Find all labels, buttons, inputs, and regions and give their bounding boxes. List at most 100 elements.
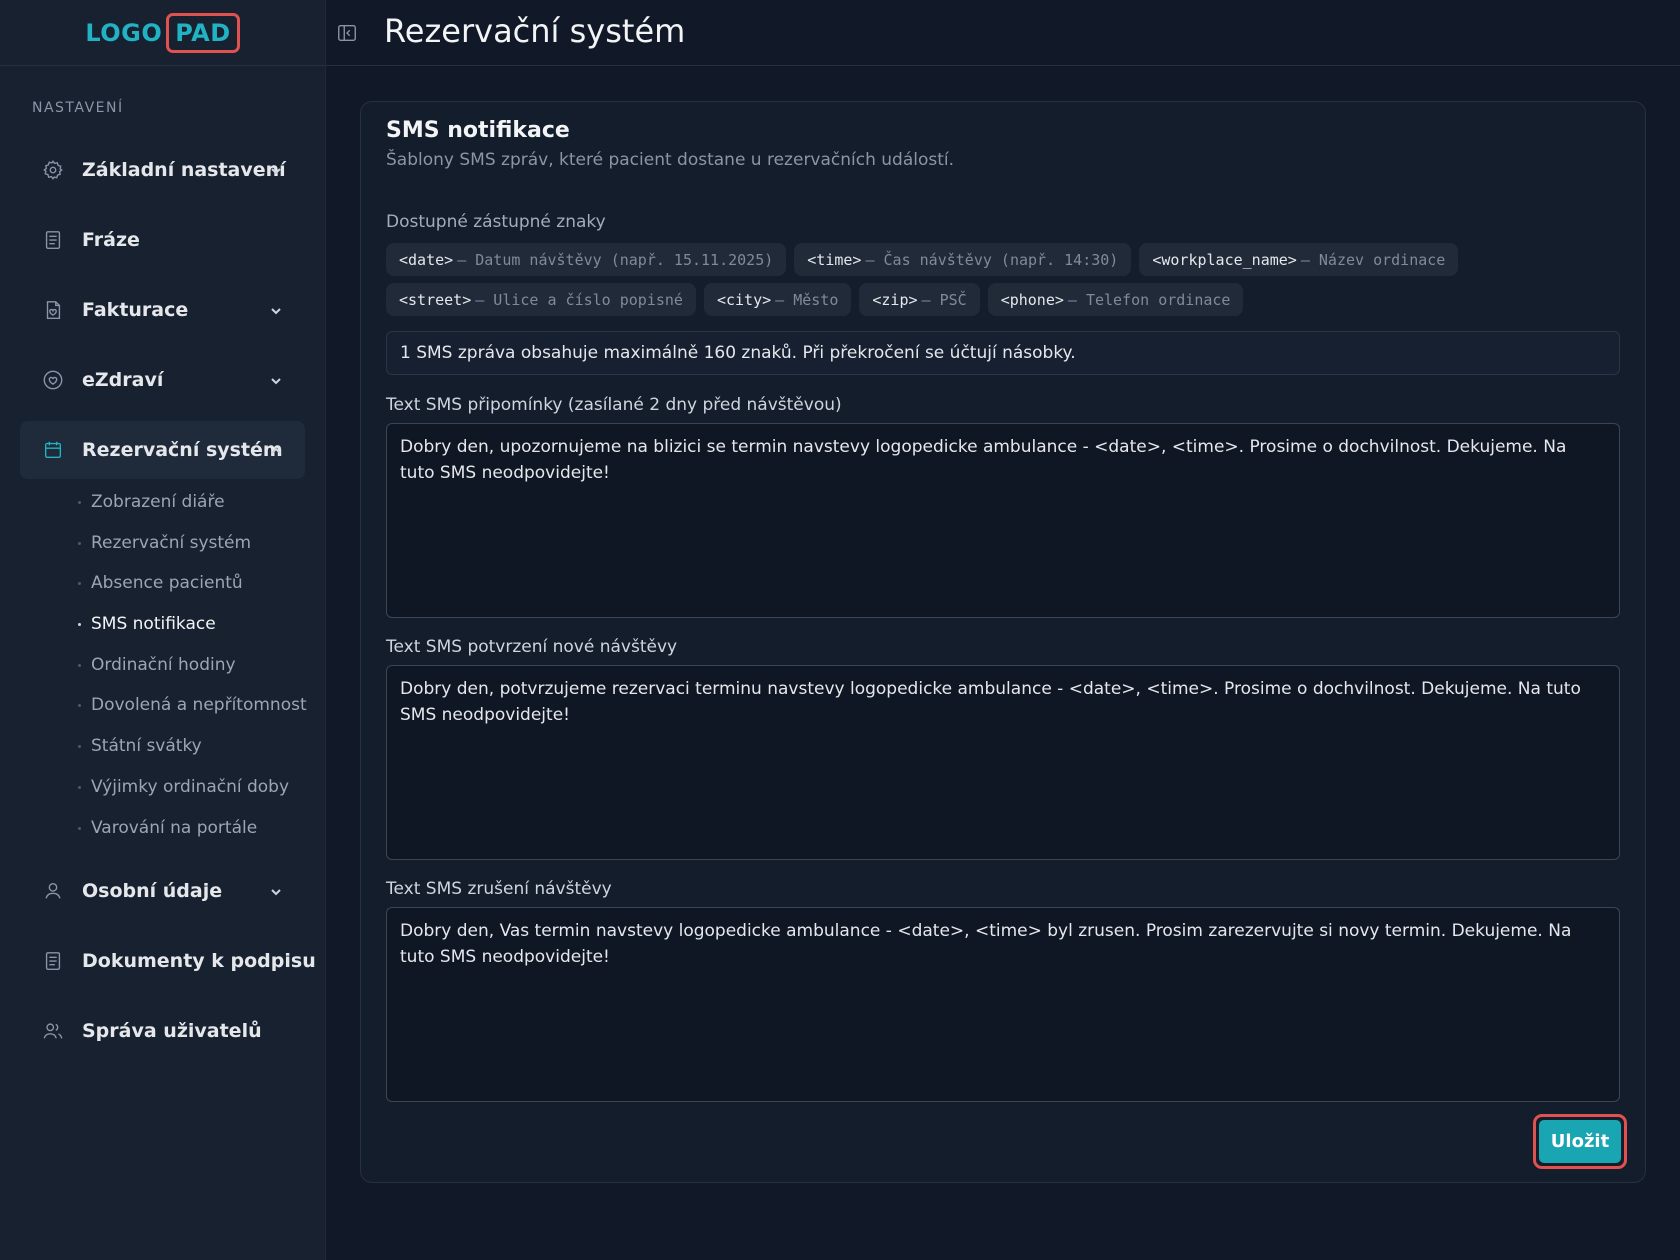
save-button[interactable]: Uložit <box>1539 1120 1621 1163</box>
placeholders-label: Dostupné zástupné znaky <box>386 212 606 232</box>
sidebar-subitem-varovani[interactable]: Varování na portále <box>78 813 257 843</box>
sidebar-subitem-label: Státní svátky <box>91 736 202 756</box>
sidebar-subitem-label: Absence pacientů <box>91 573 243 593</box>
card-title: SMS notifikace <box>386 118 570 143</box>
chip-code: <time> <box>807 250 862 269</box>
chip-code: <phone> <box>1000 290 1064 309</box>
logo-pad-text: PAD <box>166 12 240 53</box>
chevron-down-icon <box>269 303 283 317</box>
sidebar-item-label: Fráze <box>82 229 140 251</box>
logo-bar: LOGO PAD <box>0 0 325 66</box>
bullet-icon <box>78 744 81 748</box>
sidebar-subitem-statni-svatky[interactable]: Státní svátky <box>78 731 202 761</box>
chip-desc: – Ulice a číslo popisné <box>475 290 683 309</box>
sidebar-item-ezdravi[interactable]: eZdraví <box>20 351 305 409</box>
chip-desc: – Datum návštěvy (např. 15.11.2025) <box>457 250 774 269</box>
placeholder-chip-row: <street> – Ulice a číslo popisné <city> – … <box>386 283 1244 316</box>
placeholder-chip-zip: <zip> – PSČ <box>859 283 980 316</box>
bullet-icon <box>78 622 81 626</box>
invoice-icon <box>42 299 64 321</box>
placeholder-chip-city: <city> – Město <box>703 283 852 316</box>
bullet-icon <box>78 663 81 667</box>
bullet-icon <box>78 500 81 504</box>
users-icon <box>42 1020 64 1042</box>
chevron-down-icon <box>269 884 283 898</box>
chip-code: <zip> <box>872 290 918 309</box>
sidebar-subitem-vyjimky[interactable]: Výjimky ordinační doby <box>78 772 289 802</box>
chevron-up-icon <box>269 443 283 457</box>
sidebar-item-fraze[interactable]: Fráze <box>20 211 305 269</box>
sidebar-item-osobni-udaje[interactable]: Osobní údaje <box>20 862 305 920</box>
logo[interactable]: LOGO PAD <box>85 12 240 53</box>
chip-code: <city> <box>716 290 772 309</box>
heart-icon <box>42 369 64 391</box>
page-header: Rezervační systém <box>326 0 1680 66</box>
sidebar-subitem-absence-pacientu[interactable]: Absence pacientů <box>78 568 243 598</box>
sidebar-item-label: Správa uživatelů <box>82 1020 262 1042</box>
sidebar-item-sprava-uzivatelu[interactable]: Správa uživatelů <box>20 1002 305 1060</box>
chip-desc: – Název ordinace <box>1300 250 1446 269</box>
bullet-icon <box>78 785 81 789</box>
reminder-field-label: Text SMS připomínky (zasílané 2 dny před… <box>386 395 842 415</box>
chip-code: <workplace_name> <box>1152 250 1297 269</box>
sidebar-subitem-sms-notifikace[interactable]: SMS notifikace <box>78 609 216 639</box>
chip-code: <date> <box>399 250 454 269</box>
sidebar-item-label: Fakturace <box>82 299 189 321</box>
sidebar-subitem-ordinacni-hodiny[interactable]: Ordinační hodiny <box>78 650 236 680</box>
chevron-down-icon <box>269 373 283 387</box>
sidebar-subitem-label: Varování na portále <box>91 818 258 838</box>
sidebar-subitem-label: Ordinační hodiny <box>91 655 236 675</box>
placeholder-chip-street: <street> – Ulice a číslo popisné <box>386 283 696 316</box>
bullet-icon <box>78 541 81 545</box>
sms-notifications-card: SMS notifikace Šablony SMS zpráv, které … <box>360 101 1646 1183</box>
sidebar-item-fakturace[interactable]: Fakturace <box>20 281 305 339</box>
sidebar-subitem-zobrazeni-diare[interactable]: Zobrazení diáře <box>78 487 225 517</box>
sidebar-subitem-label: Výjimky ordinační doby <box>91 777 290 797</box>
sidebar-item-rezervacni-system[interactable]: Rezervační systém <box>20 421 305 479</box>
sidebar-toggle-icon[interactable] <box>336 22 358 44</box>
chevron-down-icon <box>269 163 283 177</box>
sidebar-item-label: Osobní údaje <box>82 880 223 902</box>
logo-text: LOGO <box>85 18 163 47</box>
placeholder-chip-phone: <phone> – Telefon ordinace <box>987 283 1244 316</box>
placeholder-chip-row: <date> – Datum návštěvy (např. 15.11.2025… <box>386 243 1459 276</box>
page-title: Rezervační systém <box>384 12 686 50</box>
chip-desc: – PSČ <box>921 290 967 309</box>
sidebar-item-dokumenty-k-podpisu[interactable]: Dokumenty k podpisu <box>20 932 316 990</box>
sidebar-item-label: Základní nastavení <box>82 159 286 181</box>
placeholder-chip-time: <time> – Čas návštěvy (např. 14:30) <box>794 243 1132 276</box>
chip-code: <street> <box>399 290 472 309</box>
sidebar-subitem-label: Dovolená a nepřítomnost <box>91 695 307 715</box>
sidebar-item-zakladni-nastaveni[interactable]: Základní nastavení <box>20 141 305 199</box>
card-subtitle: Šablony SMS zpráv, které pacient dostane… <box>386 150 955 170</box>
user-icon <box>42 880 64 902</box>
bullet-icon <box>78 703 81 707</box>
sidebar-subitem-rezervacni-system[interactable]: Rezervační systém <box>78 528 251 558</box>
cancellation-field-label: Text SMS zrušení návštěvy <box>386 879 612 899</box>
sidebar-item-label: Dokumenty k podpisu <box>82 950 316 972</box>
reminder-textarea[interactable]: Dobry den, upozornujeme na blizici se te… <box>386 423 1620 618</box>
placeholder-chip-workplace-name: <workplace_name> – Název ordinace <box>1139 243 1459 276</box>
chip-desc: – Město <box>775 290 839 309</box>
sidebar-subitem-dovolena[interactable]: Dovolená a nepřítomnost <box>78 690 307 720</box>
confirmation-textarea[interactable]: Dobry den, potvrzujeme rezervaci terminu… <box>386 665 1620 860</box>
sidebar: LOGO PAD NASTAVENÍ Základní nastavení Fr… <box>0 0 326 1260</box>
sidebar-section-label: NASTAVENÍ <box>32 100 124 116</box>
sidebar-subitem-label: Rezervační systém <box>91 533 252 553</box>
bullet-icon <box>78 826 81 830</box>
chip-desc: – Čas návštěvy (např. 14:30) <box>865 250 1119 269</box>
document-icon <box>42 229 64 251</box>
sidebar-subitem-label: SMS notifikace <box>91 614 216 634</box>
calendar-icon <box>42 439 64 461</box>
gear-icon <box>42 159 64 181</box>
placeholder-chip-date: <date> – Datum návštěvy (např. 15.11.2025… <box>386 243 787 276</box>
document-icon <box>42 950 64 972</box>
sidebar-item-label: eZdraví <box>82 369 164 391</box>
sms-length-info: 1 SMS zpráva obsahuje maximálně 160 znak… <box>386 331 1620 375</box>
cancellation-textarea[interactable]: Dobry den, Vas termin navstevy logopedic… <box>386 907 1620 1102</box>
save-button-highlight: Uložit <box>1533 1114 1627 1169</box>
bullet-icon <box>78 581 81 585</box>
sidebar-item-label: Rezervační systém <box>82 439 283 461</box>
confirmation-field-label: Text SMS potvrzení nové návštěvy <box>386 637 678 657</box>
chip-desc: – Telefon ordinace <box>1067 290 1231 309</box>
